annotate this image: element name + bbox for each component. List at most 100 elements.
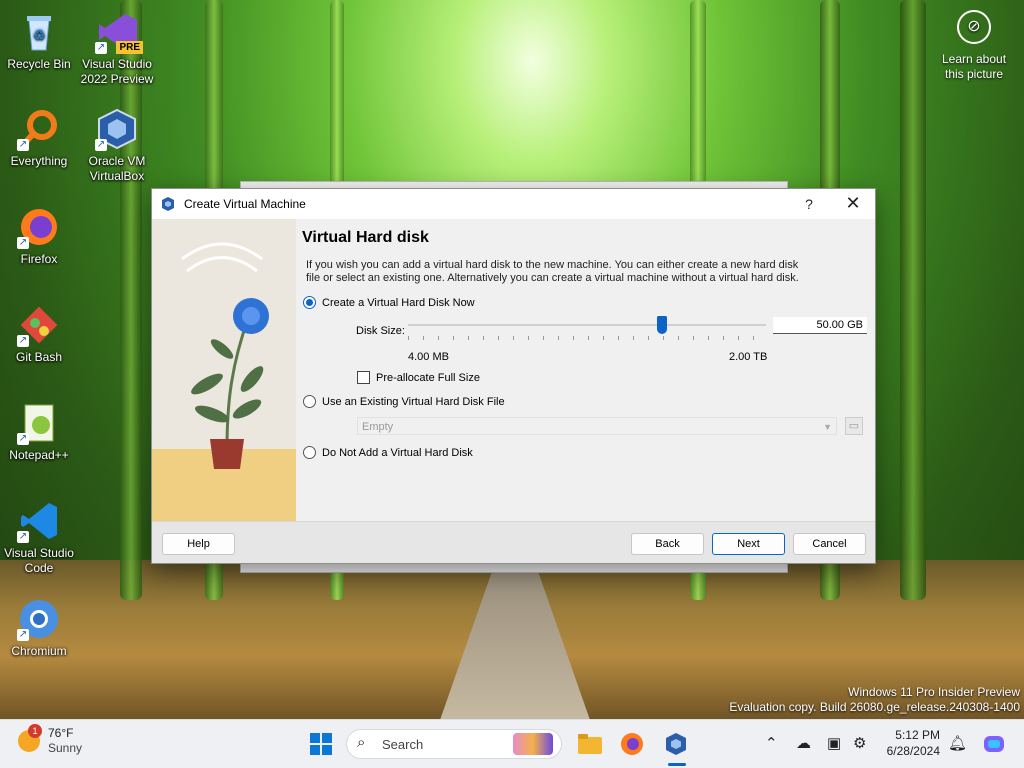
spotlight-camera-icon: ⊘ [957,10,991,44]
option-use-existing-disk[interactable]: Use an Existing Virtual Hard Disk File [303,395,505,408]
radio-selected-icon [303,296,316,309]
desktop-icon-firefox[interactable]: ↗ Firefox [0,205,78,267]
active-app-indicator [668,763,686,766]
virtualbox-icon [666,733,686,755]
settings-icon[interactable]: ⚙ [853,734,866,752]
back-button[interactable]: Back [631,533,704,555]
start-button[interactable] [307,730,335,758]
learn-about-picture[interactable]: ⊘ Learn about this picture [934,10,1014,82]
slider-min-label: 4.00 MB [408,351,449,363]
chevron-up-icon[interactable]: ⌃ [765,734,778,752]
desktop-icon-everything[interactable]: ↗ Everything [0,107,78,169]
help-icon[interactable]: ? [799,196,819,212]
clock-time: 5:12 PM [895,728,940,742]
option-label: Create a Virtual Hard Disk Now [322,296,475,309]
copilot-button[interactable] [980,730,1008,758]
folder-icon [578,734,602,754]
search-icon: ⌕ [357,734,366,751]
desktop-icon-chromium[interactable]: ↗ Chromium [0,597,78,659]
dialog-button-bar: Help Back Next Cancel [152,521,875,563]
desktop-icon-virtualbox[interactable]: ↗ Oracle VM VirtualBox [78,107,156,184]
desktop-icon-label: Oracle VM VirtualBox [88,154,146,183]
learn-about-label: Learn about this picture [941,52,1007,81]
chevron-down-icon: ▼ [823,422,832,432]
combo-value: Empty [362,421,394,433]
shortcut-arrow-icon: ↗ [17,531,29,543]
taskbar-virtualbox[interactable] [662,730,690,758]
desktop-icon-recycle-bin[interactable]: ♻ Recycle Bin [0,10,78,72]
svg-text:♻: ♻ [33,27,46,43]
slider-handle[interactable] [657,316,668,334]
radio-unselected-icon [303,395,316,408]
virtualbox-icon [162,197,174,211]
create-vm-dialog: Create Virtual Machine ? ✕ Virtual Hard … [151,188,876,564]
cancel-button[interactable]: Cancel [793,533,866,555]
dialog-title: Create Virtual Machine [184,197,306,211]
taskbar-file-explorer[interactable] [576,730,604,758]
taskbar-firefox[interactable] [618,730,646,758]
wizard-page: Virtual Hard disk If you wish you can ad… [302,219,867,459]
choose-disk-file-button[interactable]: ▭ [845,417,863,435]
weather-description: Sunny [48,741,83,755]
option-create-disk-now[interactable]: Create a Virtual Hard Disk Now [303,296,475,309]
help-button[interactable]: Help [162,533,235,555]
disk-size-slider[interactable] [408,324,766,326]
shortcut-arrow-icon: ↗ [17,335,29,347]
firefox-icon [621,733,643,755]
desktop-icon-git-bash[interactable]: ↗ Git Bash [0,303,78,365]
shortcut-arrow-icon: ↗ [17,433,29,445]
virtualbox-icon: ↗ [95,107,139,151]
bamboo-stalk [120,0,142,600]
disk-size-label: Disk Size: [356,325,405,337]
close-icon[interactable]: ✕ [841,193,865,214]
recycle-bin-icon: ♻ [17,10,61,54]
preallocate-checkbox[interactable]: Pre-allocate Full Size [357,371,480,384]
slider-max-label: 2.00 TB [729,351,768,363]
evaluation-watermark: Windows 11 Pro Insider Preview Evaluatio… [729,685,1020,715]
taskbar-clock[interactable]: 5:12 PM 6/28/2024 [887,727,940,759]
cloud-offline-icon[interactable]: ☁ [796,734,811,752]
vscode-icon: ↗ [17,499,61,543]
dialog-titlebar: Create Virtual Machine ? ✕ [152,189,875,219]
desktop-icon-notepad-plus-plus[interactable]: ↗ Notepad++ [0,401,78,463]
desktop-icon-label: Notepad++ [9,448,69,462]
desktop-icon-visual-studio-2022-preview[interactable]: PRE ↗ Visual Studio 2022 Preview [78,10,156,87]
search-placeholder: Search [382,737,424,752]
disk-size-field[interactable]: 50.00 GB [773,317,867,334]
shortcut-arrow-icon: ↗ [17,629,29,641]
folder-icon: ▭ [848,420,860,432]
option-no-disk[interactable]: Do Not Add a Virtual Hard Disk [303,446,473,459]
watermark-line: Windows 11 Pro Insider Preview [848,685,1020,699]
desktop-icon-label: Everything [10,154,68,168]
desktop-icon-label: Visual Studio Code [4,546,74,575]
search-highlight-icon [513,733,553,755]
radio-unselected-icon [303,446,316,459]
slider-ticks [408,336,766,340]
shortcut-arrow-icon: ↗ [95,42,107,54]
notification-bell-icon[interactable]: 🔔︎ [948,734,967,752]
checkbox-label: Pre-allocate Full Size [376,371,480,384]
next-button[interactable]: Next [712,533,785,555]
desktop-icon-vscode[interactable]: ↗ Visual Studio Code [0,499,78,576]
option-label: Use an Existing Virtual Hard Disk File [322,395,505,408]
shortcut-arrow-icon: ↗ [95,139,107,151]
display-icon[interactable]: ▣ [827,734,841,752]
firefox-icon: ↗ [17,205,61,249]
bamboo-stalk [900,0,926,600]
existing-disk-combo[interactable]: Empty ▼ [357,417,837,435]
pre-badge: PRE [116,41,143,54]
taskbar-search[interactable]: ⌕ Search [346,729,562,759]
desktop-icon-label: Recycle Bin [7,57,71,71]
notepad-plus-plus-icon: ↗ [17,401,61,445]
visual-studio-preview-icon: PRE ↗ [95,10,143,54]
checkbox-unchecked-icon [357,371,370,384]
clock-date: 6/28/2024 [886,744,940,758]
desktop-icon-label: Visual Studio 2022 Preview [80,57,154,86]
shortcut-arrow-icon: ↗ [17,139,29,151]
weather-widget[interactable]: 1 76°F Sunny [18,724,83,756]
desktop-icon-label: Git Bash [15,350,63,364]
notification-badge: 1 [28,724,42,738]
desktop-icon-label: Chromium [11,644,67,658]
wizard-illustration [152,219,296,522]
copilot-icon [984,736,1004,752]
